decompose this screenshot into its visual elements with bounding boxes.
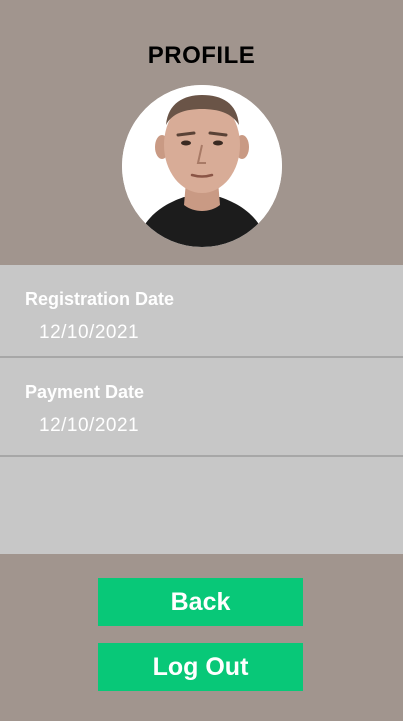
avatar [122,85,282,247]
log-out-button[interactable]: Log Out [98,643,303,691]
registration-date-label: Registration Date [25,289,175,309]
payment-date-row: Payment Date 12/10/2021 [0,358,403,457]
registration-date-value: 12/10/2021 [39,322,140,343]
page-title: PROFILE [147,42,256,69]
payment-date-label: Payment Date [25,382,145,402]
payment-date-value: 12/10/2021 [39,415,140,436]
info-panel: Registration Date 12/10/2021 Payment Dat… [0,265,403,554]
registration-date-row: Registration Date 12/10/2021 [0,265,403,358]
back-button[interactable]: Back [98,578,303,626]
user-photo-icon [122,85,282,247]
